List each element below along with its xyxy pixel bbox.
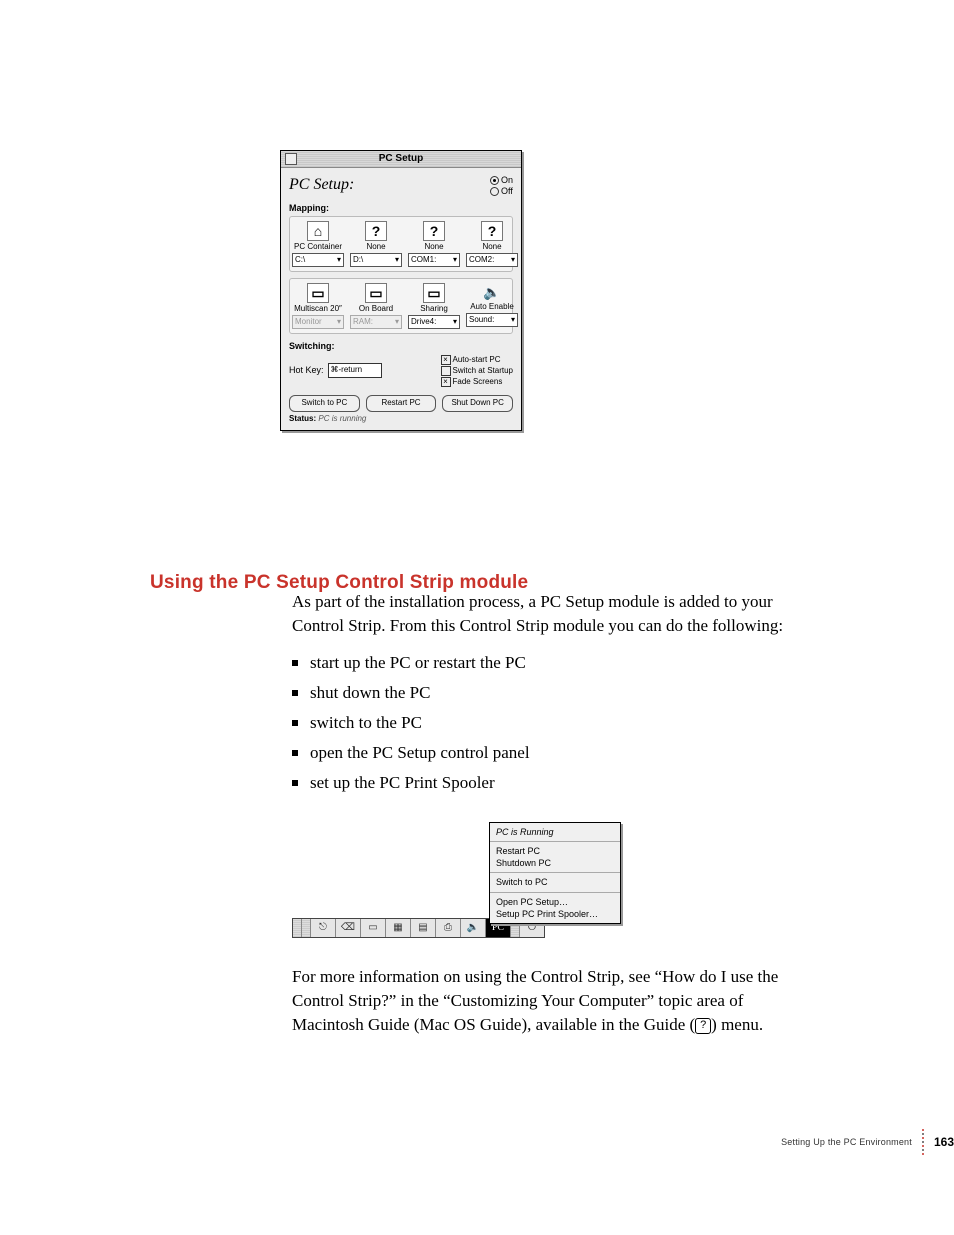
pc-container-icon: ⌂	[307, 221, 329, 241]
list-item: start up the PC or restart the PC	[292, 648, 802, 678]
map-label: Auto Enable	[470, 302, 514, 312]
map-sound: 🔈 Auto Enable Sound:▾	[466, 283, 518, 329]
map-sharing: ▭ Sharing Drive4:▾	[408, 283, 460, 329]
question-icon: ?	[481, 221, 503, 241]
map-select-c[interactable]: C:\▾	[292, 253, 344, 267]
cs-module[interactable]: 🔈	[461, 919, 486, 937]
map-monitor: ▭ Multiscan 20″ Monitor▾	[292, 283, 344, 329]
popup-header: PC is Running	[490, 823, 620, 841]
sharing-icon: ▭	[423, 283, 445, 303]
map-select-d[interactable]: D:\▾	[350, 253, 402, 267]
cs-module[interactable]: ▭	[361, 919, 386, 937]
radio-off[interactable]: Off	[490, 186, 513, 197]
map-select-ram[interactable]: RAM:▾	[350, 315, 402, 329]
cs-tab-left-2[interactable]	[302, 919, 311, 937]
list-item: shut down the PC	[292, 678, 802, 708]
chapter-title: Setting Up the PC Environment	[781, 1136, 912, 1148]
popup-open-pc-setup[interactable]: Open PC Setup…	[496, 896, 614, 908]
restart-pc-button[interactable]: Restart PC	[366, 395, 437, 412]
map-select-sound[interactable]: Sound:▾	[466, 313, 518, 327]
map-d: ? None D:\▾	[350, 221, 402, 267]
map-label: On Board	[359, 304, 393, 314]
feature-list: start up the PC or restart the PC shut d…	[292, 648, 802, 798]
question-icon: ?	[365, 221, 387, 241]
speaker-icon: 🔈	[482, 283, 502, 301]
radio-on[interactable]: On	[490, 175, 513, 186]
pc-setup-dialog: PC Setup PC Setup: On Off Mapping: ⌂ PC …	[280, 150, 522, 431]
check-switch-startup[interactable]: Switch at Startup	[441, 365, 513, 376]
intro-paragraph: As part of the installation process, a P…	[292, 590, 802, 638]
footer-dots-icon	[922, 1129, 924, 1155]
list-item: set up the PC Print Spooler	[292, 768, 802, 798]
popup-shutdown-pc[interactable]: Shutdown PC	[496, 857, 614, 869]
map-label: None	[424, 242, 443, 252]
question-icon: ?	[423, 221, 445, 241]
map-select-sharing[interactable]: Drive4:▾	[408, 315, 460, 329]
status-line: Status: PC is running	[289, 412, 513, 425]
popup-switch-to-pc[interactable]: Switch to PC	[496, 876, 614, 888]
cs-module[interactable]: ⎙	[436, 919, 461, 937]
map-select-monitor[interactable]: Monitor▾	[292, 315, 344, 329]
map-label: PC Container	[294, 242, 342, 252]
shut-down-pc-button[interactable]: Shut Down PC	[442, 395, 513, 412]
map-com1: ? None COM1:▾	[408, 221, 460, 267]
control-strip-popup: PC is Running Restart PC Shutdown PC Swi…	[489, 822, 621, 924]
ram-icon: ▭	[365, 283, 387, 303]
dialog-titlebar: PC Setup	[281, 151, 521, 168]
para2-part-b: ) menu.	[711, 1015, 763, 1034]
closing-paragraph: For more information on using the Contro…	[292, 965, 802, 1037]
cs-module[interactable]: ▦	[386, 919, 411, 937]
map-label: Sharing	[420, 304, 448, 314]
mapping-label: Mapping:	[289, 202, 513, 214]
popup-setup-print-spooler[interactable]: Setup PC Print Spooler…	[496, 908, 614, 920]
switching-label: Switching:	[289, 340, 513, 352]
popup-restart-pc[interactable]: Restart PC	[496, 845, 614, 857]
cs-tab-left[interactable]	[293, 919, 302, 937]
page-number: 163	[934, 1134, 954, 1150]
dialog-header: PC Setup:	[289, 172, 354, 200]
cs-module[interactable]: ▤	[411, 919, 436, 937]
guide-icon: ?	[695, 1018, 711, 1034]
hotkey-label: Hot Key:	[289, 364, 324, 376]
cs-module[interactable]: ⎋	[311, 919, 336, 937]
map-pc-container: ⌂ PC Container C:\▾	[292, 221, 344, 267]
check-fade-screens[interactable]: ×Fade Screens	[441, 376, 513, 387]
monitor-icon: ▭	[307, 283, 329, 303]
status-value: PC is running	[318, 414, 366, 423]
list-item: switch to the PC	[292, 708, 802, 738]
map-select-com2[interactable]: COM2:▾	[466, 253, 518, 267]
map-label: Multiscan 20″	[294, 304, 342, 314]
switch-to-pc-button[interactable]: Switch to PC	[289, 395, 360, 412]
status-label: Status:	[289, 414, 316, 423]
map-label: None	[482, 242, 501, 252]
map-label: None	[366, 242, 385, 252]
map-ram: ▭ On Board RAM:▾	[350, 283, 402, 329]
check-autostart[interactable]: ×Auto-start PC	[441, 354, 513, 365]
list-item: open the PC Setup control panel	[292, 738, 802, 768]
cs-module[interactable]: ⌫	[336, 919, 361, 937]
map-com2: ? None COM2:▾	[466, 221, 518, 267]
page-footer: Setting Up the PC Environment 163	[0, 1129, 954, 1155]
hotkey-input[interactable]: ⌘-return	[328, 363, 382, 378]
map-select-com1[interactable]: COM1:▾	[408, 253, 460, 267]
mapping-row-2: ▭ Multiscan 20″ Monitor▾ ▭ On Board RAM:…	[289, 278, 513, 334]
dialog-title: PC Setup	[281, 151, 521, 167]
mapping-row-1: ⌂ PC Container C:\▾ ? None D:\▾ ? None C…	[289, 216, 513, 272]
